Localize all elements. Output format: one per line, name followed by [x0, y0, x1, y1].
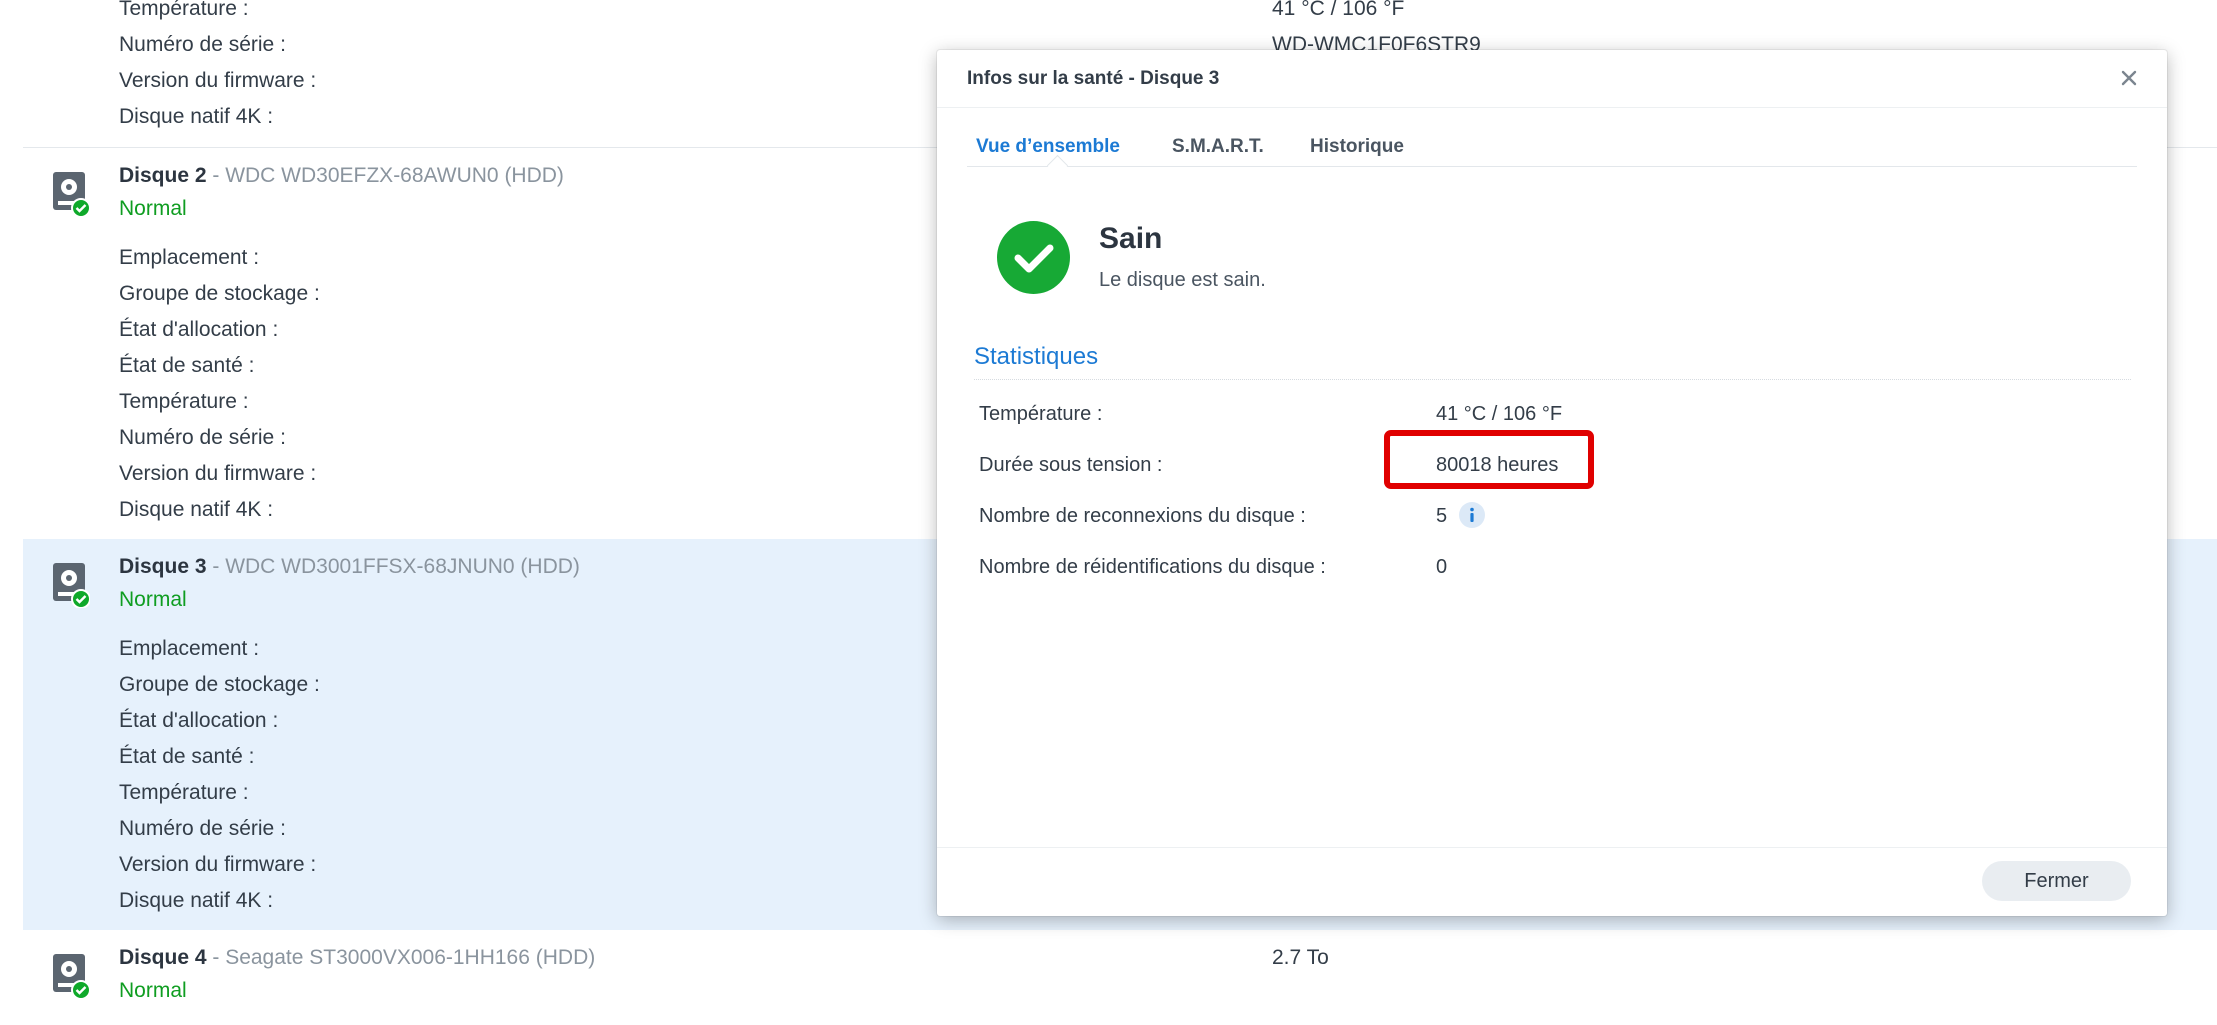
hdd-icon [53, 172, 90, 217]
disk2-label-allocation: État d'allocation : [119, 318, 279, 341]
disk3-label-temperature: Température : [119, 781, 249, 804]
disk1-label-4k: Disque natif 4K : [119, 105, 274, 128]
disk1-label-temperature: Température : [119, 0, 249, 20]
check-circle-icon [997, 221, 1070, 294]
health-info-dialog: Infos sur la santé - Disque 3 Vue d’ense… [937, 50, 2167, 916]
disk2-label-location: Emplacement : [119, 246, 260, 269]
disk3-title: Disque 3 - WDC WD3001FFSX-68JNUN0 (HDD) [119, 555, 580, 579]
tab-smart[interactable]: S.M.A.R.T. [1172, 136, 1264, 158]
disk2-title: Disque 2 - WDC WD30EFZX-68AWUN0 (HDD) [119, 164, 564, 188]
stat-value-reconnections: 5 [1436, 505, 1448, 527]
disk3-label-4k: Disque natif 4K : [119, 889, 274, 912]
stat-value-temperature: 41 °C / 106 °F [1436, 403, 1563, 425]
close-icon[interactable] [2117, 66, 2141, 90]
disk2-label-4k: Disque natif 4K : [119, 498, 274, 521]
disk3-label-allocation: État d'allocation : [119, 709, 279, 732]
statistics-heading: Statistiques [974, 343, 1099, 370]
disk3-status: Normal [119, 588, 187, 611]
disk2-label-health: État de santé : [119, 354, 255, 377]
health-status-description: Le disque est sain. [1099, 269, 1266, 291]
disk2-model: - WDC WD30EFZX-68AWUN0 (HDD) [206, 164, 564, 187]
close-button[interactable]: Fermer [1982, 861, 2131, 901]
disk3-model: - WDC WD3001FFSX-68JNUN0 (HDD) [206, 555, 580, 578]
disk3-label-serial: Numéro de série : [119, 817, 286, 840]
tab-overview[interactable]: Vue d’ensemble [976, 136, 1120, 158]
hdd-icon [53, 563, 90, 608]
tab-history[interactable]: Historique [1310, 136, 1404, 158]
info-icon[interactable] [1459, 502, 1485, 528]
disk3-label-firmware: Version du firmware : [119, 853, 317, 876]
dialog-tabs: Vue d’ensemble S.M.A.R.T. Historique [967, 120, 2137, 177]
disk4-title: Disque 4 - Seagate ST3000VX006-1HH166 (H… [119, 946, 595, 970]
disk1-label-firmware: Version du firmware : [119, 69, 317, 92]
stat-label-temperature: Température : [979, 403, 1103, 425]
dialog-title: Infos sur la santé - Disque 3 [967, 68, 1220, 89]
stat-label-reconnections: Nombre de reconnexions du disque : [979, 505, 1306, 527]
hdd-icon [53, 954, 90, 999]
dialog-header: Infos sur la santé - Disque 3 [937, 50, 2167, 108]
disk2-label-temperature: Température : [119, 390, 249, 413]
disk4-model: - Seagate ST3000VX006-1HH166 (HDD) [206, 946, 596, 969]
disk3-label-location: Emplacement : [119, 637, 260, 660]
disk2-label-serial: Numéro de série : [119, 426, 286, 449]
dialog-footer: Fermer [937, 847, 2167, 917]
health-status-title: Sain [1099, 222, 1163, 255]
disk3-label-health: État de santé : [119, 745, 255, 768]
disk1-temperature-value: 41 °C / 106 °F [1272, 0, 1405, 20]
disk4-status: Normal [119, 979, 187, 1002]
statistics-divider [974, 379, 2131, 380]
disk2-status: Normal [119, 197, 187, 220]
disk4-row[interactable] [23, 930, 2217, 1025]
highlight-box [1384, 430, 1594, 489]
disk4-name: Disque 4 [119, 946, 207, 969]
stat-value-reidentifications: 0 [1436, 556, 1448, 578]
disk1-label-serial: Numéro de série : [119, 33, 286, 56]
active-tab-indicator [1046, 154, 1069, 177]
stat-label-reidentifications: Nombre de réidentifications du disque : [979, 556, 1326, 578]
disk2-label-pool: Groupe de stockage : [119, 282, 320, 305]
disk3-name: Disque 3 [119, 555, 207, 578]
stat-label-power-on-time: Durée sous tension : [979, 454, 1163, 476]
disk2-label-firmware: Version du firmware : [119, 462, 317, 485]
disk3-label-pool: Groupe de stockage : [119, 673, 320, 696]
disk2-name: Disque 2 [119, 164, 207, 187]
disk4-capacity: 2.7 To [1272, 946, 1329, 969]
